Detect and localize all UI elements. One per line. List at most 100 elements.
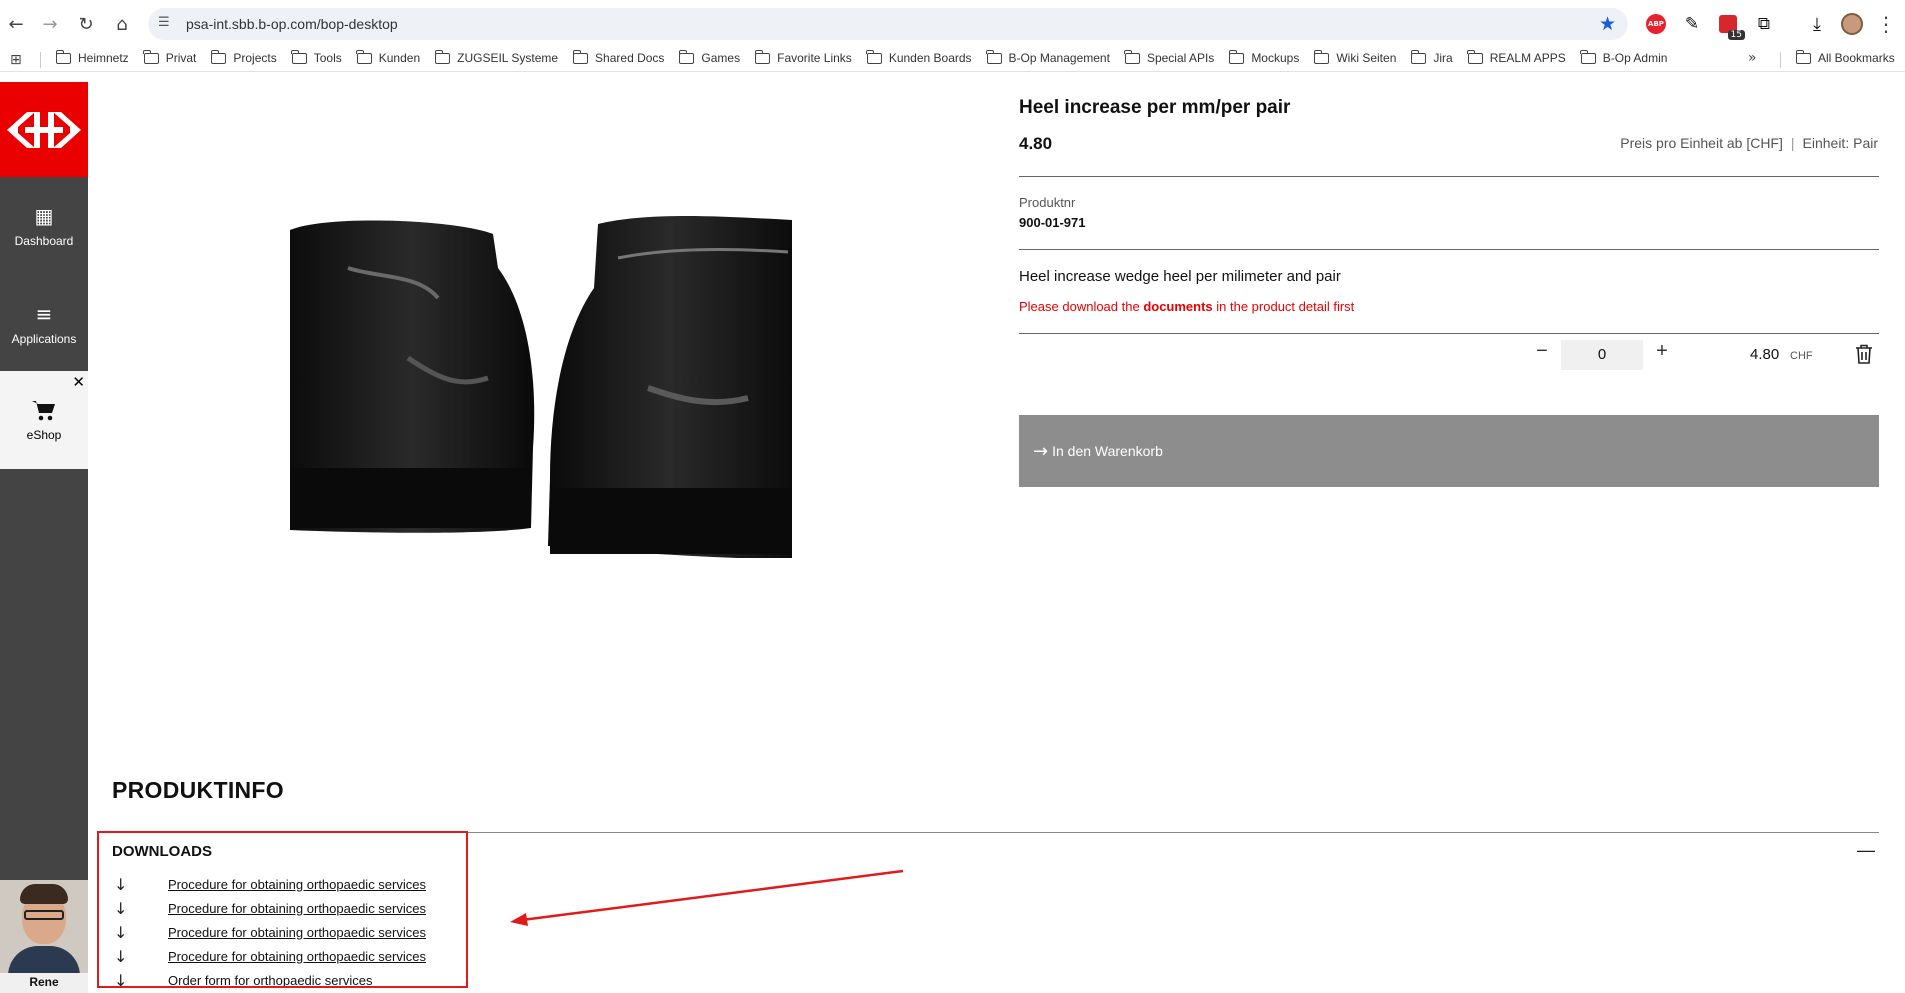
sidebar-item-eshop[interactable]: ✕ eShop <box>0 371 88 469</box>
browser-menu-icon[interactable]: ⋮ <box>1874 12 1898 36</box>
home-icon[interactable]: ⌂ <box>110 12 134 36</box>
warning-documents-link[interactable]: documents <box>1143 299 1212 314</box>
bookmark-item[interactable]: Mockups <box>1228 49 1300 65</box>
sidebar-item-dashboard[interactable]: ▦ Dashboard <box>0 177 88 275</box>
sbb-logo[interactable] <box>0 82 88 177</box>
price-unit-label: Preis pro Einheit ab [CHF] <box>1620 135 1783 151</box>
browser-toolbar: ← → ↻ ⌂ ☰ psa-int.sbb.b-op.com/bop-deskt… <box>0 0 1905 48</box>
bookmark-label: Games <box>701 51 741 65</box>
bookmark-label: Shared Docs <box>595 51 665 65</box>
menu-icon: ≡ <box>35 302 53 326</box>
download-warning: Please download the documents in the pro… <box>1019 299 1354 314</box>
app-sidebar: ▦ Dashboard ≡ Applications ✕ eShop Rene <box>0 82 88 993</box>
bookmark-label: Mockups <box>1251 51 1300 65</box>
eyedropper-extension-icon[interactable]: ✎ <box>1680 12 1704 36</box>
download-icon[interactable]: ⤓ <box>1805 12 1829 36</box>
arrow-right-icon: → <box>1033 440 1049 462</box>
product-image <box>290 216 792 558</box>
divider <box>1019 333 1879 334</box>
bookmark-label: Projects <box>233 51 277 65</box>
product-price: 4.80 <box>1019 134 1053 153</box>
annotation-highlight-box <box>97 831 468 988</box>
sidebar-item-label: eShop <box>26 428 62 442</box>
folder-icon <box>434 49 451 64</box>
quantity-input[interactable]: 0 <box>1561 340 1643 370</box>
folder-icon <box>986 49 1002 64</box>
warning-text: in the product detail first <box>1212 299 1355 314</box>
increase-quantity-button[interactable]: + <box>1650 340 1674 370</box>
forward-icon[interactable]: → <box>38 12 62 36</box>
close-icon[interactable]: ✕ <box>72 373 85 391</box>
apps-grid-icon[interactable]: ⊞ <box>10 52 22 68</box>
unit-label: Einheit: Pair <box>1802 135 1878 151</box>
bookmarks-divider <box>1780 52 1781 68</box>
folder-icon <box>866 49 882 64</box>
profile-avatar-icon[interactable] <box>1840 12 1864 36</box>
folder-icon <box>1313 49 1330 64</box>
cart-icon <box>32 401 55 421</box>
sidebar-item-applications[interactable]: ≡ Applications <box>0 275 88 373</box>
calendar-extension-icon[interactable]: 15 <box>1716 12 1745 40</box>
bookmark-label: REALM APPS <box>1489 51 1566 65</box>
bookmark-label: Kunden Boards <box>888 51 972 65</box>
folder-icon <box>356 49 372 64</box>
bookmark-item[interactable]: Privat <box>143 49 197 65</box>
bookmark-label: Kunden <box>378 51 421 65</box>
section-title: PRODUKTINFO <box>112 777 284 803</box>
avatar <box>0 880 88 973</box>
add-to-cart-button[interactable]: → In den Warenkorb <box>1019 415 1879 487</box>
user-name: Rene <box>29 975 59 989</box>
bookmark-item[interactable]: Jira <box>1410 49 1453 65</box>
bookmark-item[interactable]: Projects <box>210 49 277 65</box>
bookmark-item[interactable]: B-Op Admin <box>1580 49 1668 65</box>
folder-icon <box>572 49 589 64</box>
sidebar-item-label: Dashboard <box>14 234 74 248</box>
all-bookmarks-button[interactable]: All Bookmarks <box>1795 49 1895 65</box>
bookmark-item[interactable]: Games <box>678 49 741 65</box>
bookmark-label: B-Op Management <box>1008 51 1110 65</box>
extensions-icon[interactable]: ⧉ <box>1752 12 1776 36</box>
bookmark-label: Favorite Links <box>777 51 852 65</box>
folder-icon <box>1410 49 1427 64</box>
bookmark-label: Wiki Seiten <box>1336 51 1397 65</box>
decrease-quantity-button[interactable]: − <box>1530 340 1554 370</box>
folder-icon <box>1580 49 1596 64</box>
bookmark-label: Privat <box>165 51 197 65</box>
divider <box>1019 249 1879 250</box>
line-total-currency: CHF <box>1790 350 1813 362</box>
bookmark-label: B-Op Admin <box>1602 51 1668 65</box>
folder-icon <box>143 49 159 64</box>
bookmark-label: Heimnetz <box>78 51 129 65</box>
bookmark-item[interactable]: Shared Docs <box>572 49 665 65</box>
folder-icon <box>1228 49 1245 64</box>
bookmark-item[interactable]: Wiki Seiten <box>1313 49 1397 65</box>
star-icon[interactable]: ★ <box>1599 13 1616 35</box>
address-bar[interactable]: ☰ psa-int.sbb.b-op.com/bop-desktop ★ <box>148 8 1628 40</box>
product-description: Heel increase wedge heel per milimeter a… <box>1019 268 1341 285</box>
back-icon[interactable]: ← <box>4 12 28 36</box>
price-meta: Preis pro Einheit ab [CHF] | Einheit: Pa… <box>1620 135 1878 151</box>
sbb-logo-icon <box>7 111 81 148</box>
adblock-extension-icon[interactable]: ABP <box>1644 12 1668 36</box>
site-settings-icon[interactable]: ☰ <box>158 15 176 33</box>
bookmark-item[interactable]: B-Op Management <box>986 49 1110 65</box>
address-url[interactable]: psa-int.sbb.b-op.com/bop-desktop <box>186 16 398 32</box>
bookmark-item[interactable]: Favorite Links <box>754 49 852 65</box>
adblock-label: ABP <box>1646 14 1666 34</box>
product-number-label: Produktnr <box>1019 195 1076 210</box>
reload-icon[interactable]: ↻ <box>74 12 98 36</box>
collapse-icon[interactable]: — <box>1857 840 1875 861</box>
bookmark-item[interactable]: Special APIs <box>1124 49 1214 65</box>
user-profile[interactable]: Rene <box>0 880 88 993</box>
bookmark-item[interactable]: Heimnetz <box>55 49 129 65</box>
trash-icon[interactable] <box>1855 344 1873 364</box>
bookmark-item[interactable]: Tools <box>291 49 342 65</box>
bookmark-item[interactable]: REALM APPS <box>1467 49 1566 65</box>
dashboard-icon: ▦ <box>34 204 54 228</box>
more-bookmarks-button[interactable]: » <box>1748 50 1757 66</box>
folder-icon <box>1124 49 1140 64</box>
folder-icon <box>55 49 71 64</box>
bookmark-item[interactable]: Kunden <box>356 49 421 65</box>
bookmark-item[interactable]: ZUGSEIL Systeme <box>434 49 558 65</box>
bookmark-item[interactable]: Kunden Boards <box>866 49 972 65</box>
